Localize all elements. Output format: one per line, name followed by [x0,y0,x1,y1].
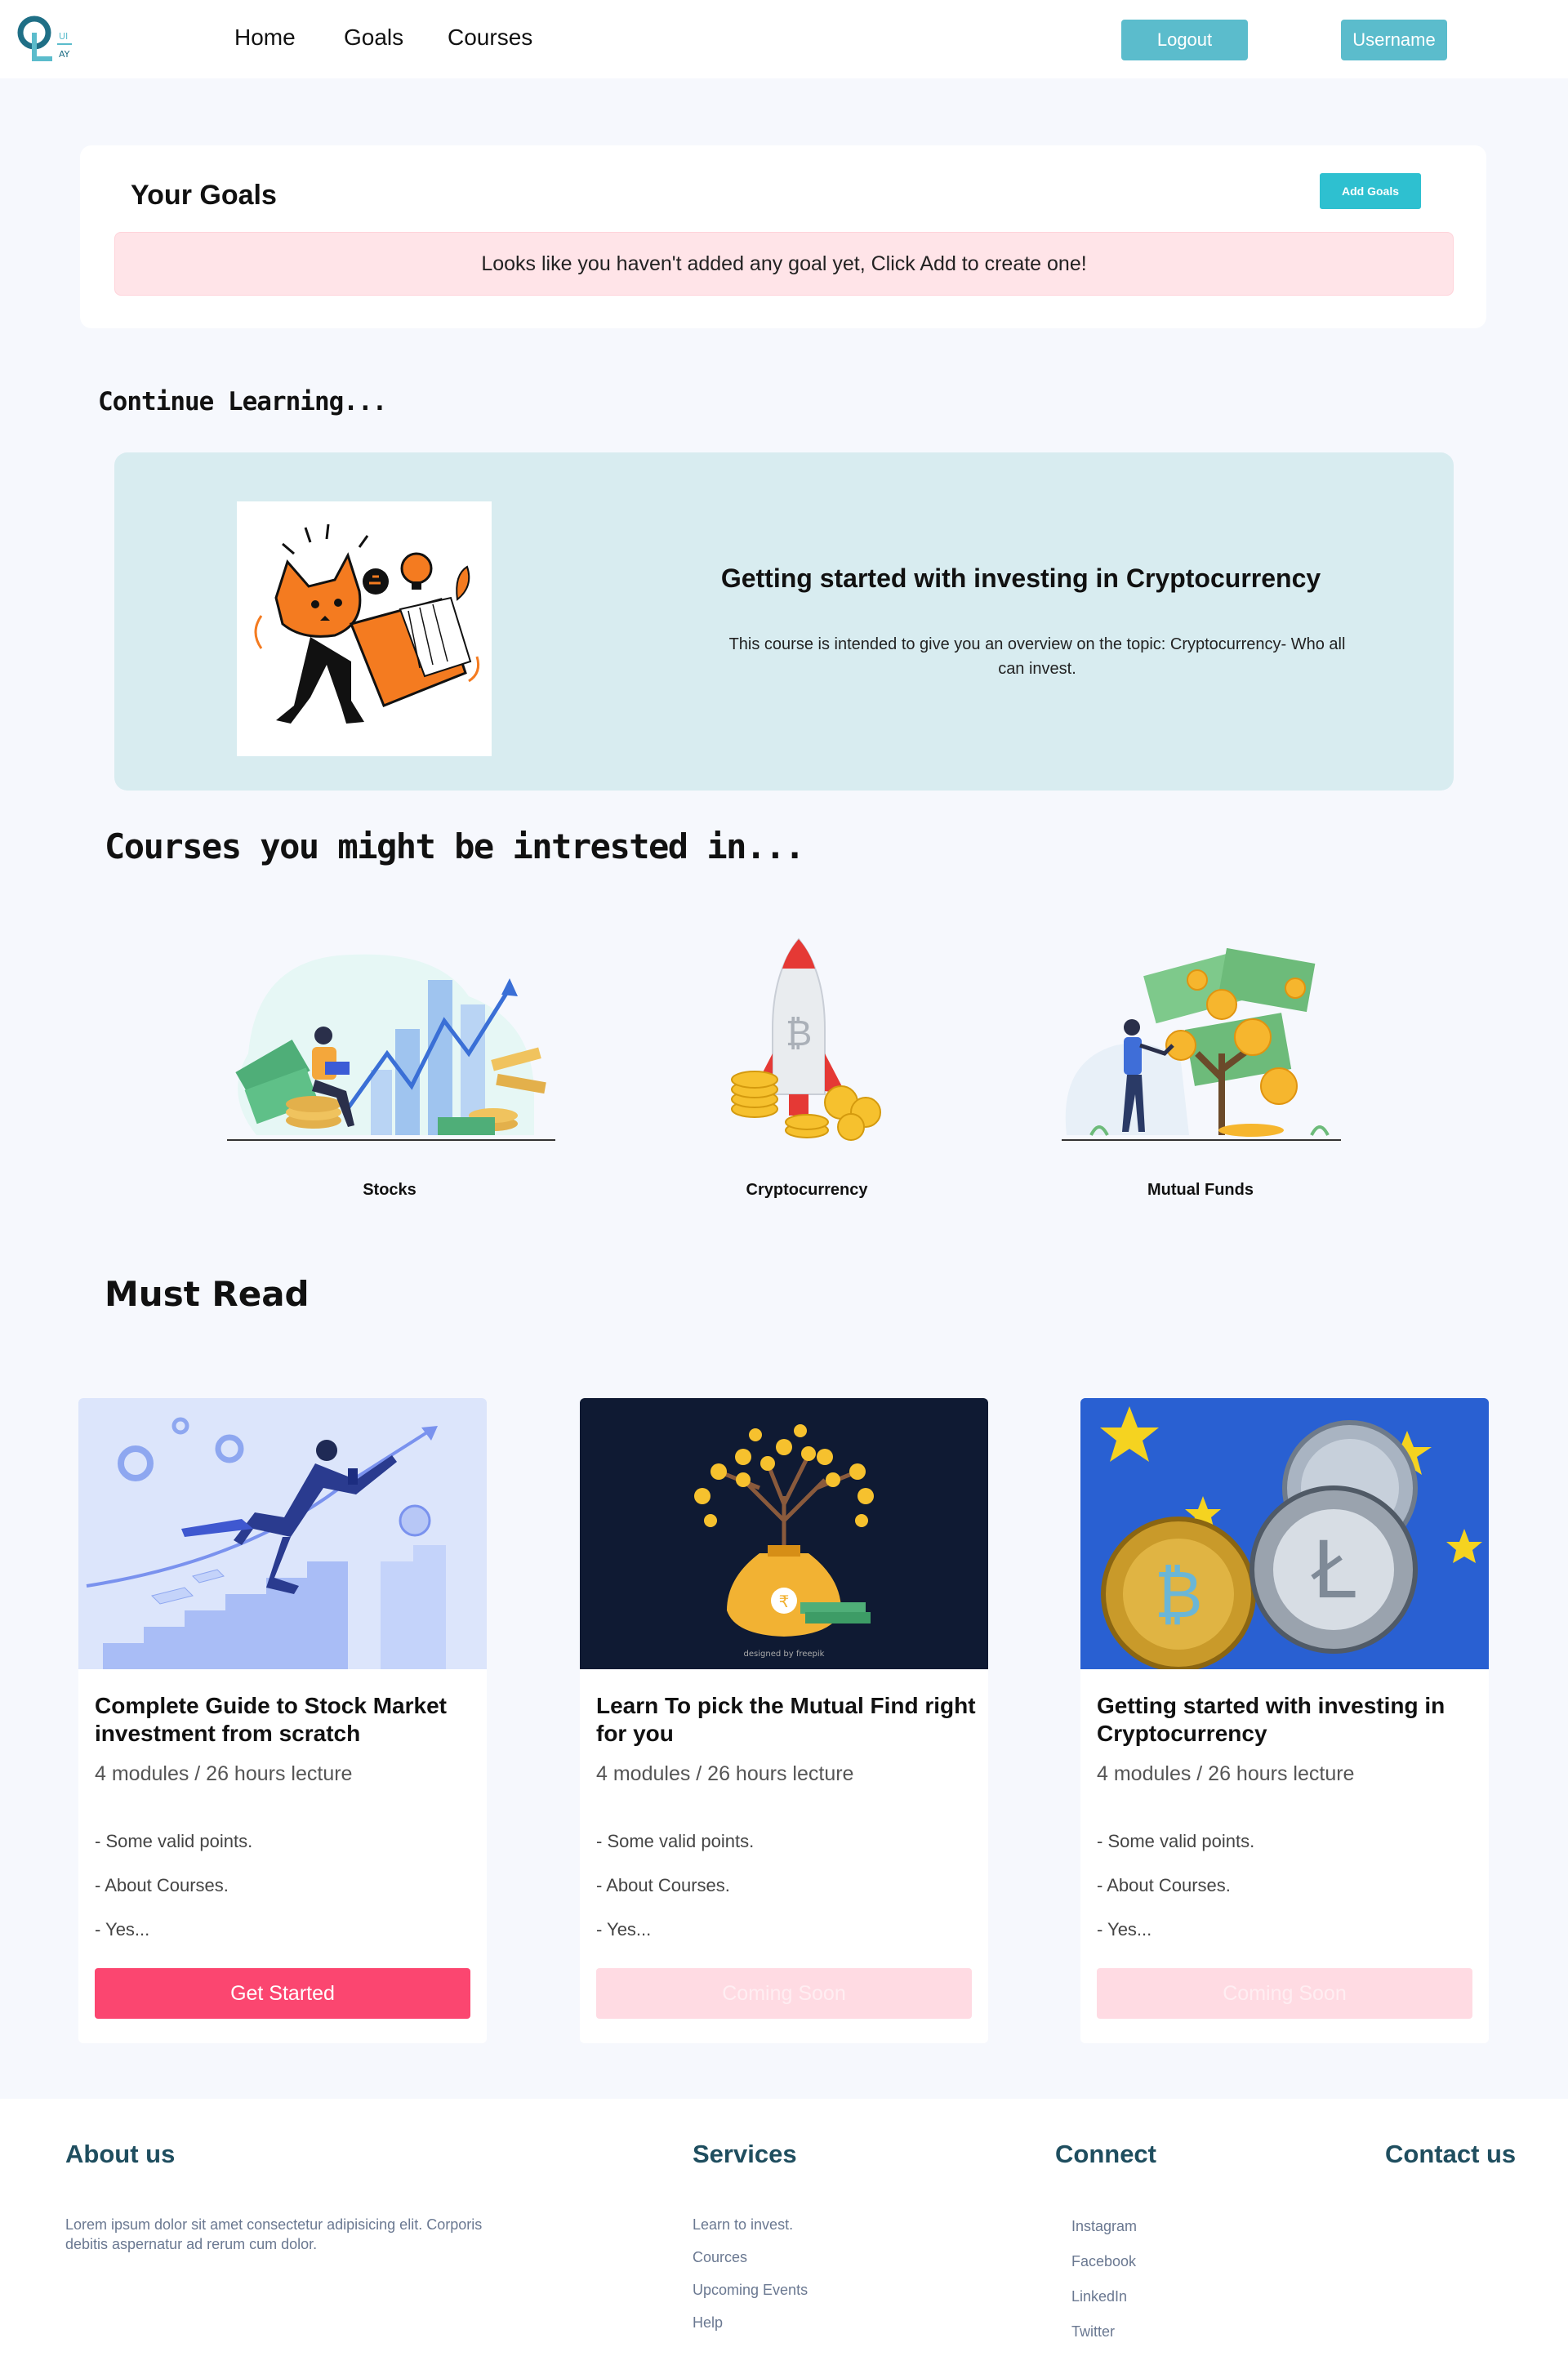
topic-label-stocks[interactable]: Stocks [267,1181,512,1200]
svg-text:AY: AY [59,49,70,60]
course-card-point: - Some valid points. [1097,1831,1255,1851]
continue-course-image [237,501,492,756]
goals-empty-alert: Looks like you haven't added any goal ye… [114,232,1454,296]
svg-text:₿: ₿ [786,1013,813,1054]
svg-text:UI: UI [59,31,68,42]
nav-goals-link[interactable]: Goals [344,24,403,51]
course-card-point: - Yes... [95,1919,150,1940]
topic-label-cryptocurrency[interactable]: Cryptocurrency [684,1181,929,1200]
footer-link-linkedin[interactable]: LinkedIn [1071,2288,1127,2305]
continue-course-description: This course is intended to give you an o… [728,635,1346,678]
footer-link-cources[interactable]: Cources [693,2249,747,2266]
svg-text:₹: ₹ [779,1592,790,1611]
course-card-title[interactable]: Getting started with investing in Crypto… [1097,1692,1481,1748]
course-card-cryptocurrency[interactable]: ₿ Ł Getting started with investing in Cr… [1080,1398,1489,2043]
course-card-point: - Some valid points. [596,1831,755,1851]
svg-text:designed by freepik: designed by freepik [744,1650,825,1659]
stock-market-card-image [78,1398,487,1669]
footer: About us Lorem ipsum dolor sit amet cons… [0,2099,1568,2374]
footer-link-facebook[interactable]: Facebook [1071,2253,1136,2270]
stocks-illustration [227,954,555,1141]
course-card-stock-market[interactable]: Complete Guide to Stock Market investmen… [78,1398,487,2043]
course-card-title[interactable]: Learn To pick the Mutual Find right for … [596,1692,980,1748]
navbar: UI AY Home Goals Courses Logout Username [0,0,1568,78]
nav-home-link[interactable]: Home [234,24,296,51]
nav-courses-link[interactable]: Courses [448,24,532,51]
continue-course-title[interactable]: Getting started with investing in Crypto… [678,563,1364,594]
coming-soon-button[interactable]: Coming Soon [1097,1968,1472,2019]
mutual-fund-card-image: ₹ designed by freepik [580,1398,988,1669]
interested-heading: Courses you might be intrested in... [105,826,805,866]
crypto-rocket-illustration: ₿ [731,938,881,1141]
username-button[interactable]: Username [1341,20,1447,60]
svg-text:Ł: Ł [1311,1525,1356,1616]
course-card-meta: 4 modules / 26 hours lecture [1097,1762,1355,1785]
course-card-meta: 4 modules / 26 hours lecture [95,1762,353,1785]
must-read-heading: Must Read [105,1274,310,1314]
goals-title: Your Goals [131,180,277,211]
footer-contact-heading[interactable]: Contact us [1385,2140,1516,2169]
continue-course-card[interactable]: Getting started with investing in Crypto… [114,452,1454,791]
mutual-funds-illustration [1062,947,1341,1141]
footer-link-twitter[interactable]: Twitter [1071,2323,1115,2341]
course-card-point: - Yes... [596,1919,652,1940]
footer-link-instagram[interactable]: Instagram [1071,2218,1137,2235]
logout-button[interactable]: Logout [1121,20,1248,60]
footer-link-learn-to-invest[interactable]: Learn to invest. [693,2216,793,2234]
footer-connect-heading: Connect [1055,2140,1156,2168]
course-card-meta: 4 modules / 26 hours lecture [596,1762,854,1785]
continue-learning-heading: Continue Learning... [98,387,387,416]
svg-text:₿: ₿ [1154,1557,1202,1632]
brand-logo[interactable]: UI AY [16,11,75,64]
goals-empty-message: Looks like you haven't added any goal ye… [481,252,1087,275]
add-goals-button[interactable]: Add Goals [1320,173,1421,209]
course-card-point: - Yes... [1097,1919,1152,1940]
course-card-mutual-fund[interactable]: ₹ designed by freepik Learn To pick the … [580,1398,988,2043]
coming-soon-button[interactable]: Coming Soon [596,1968,972,2019]
footer-link-help[interactable]: Help [693,2314,723,2332]
footer-services-heading: Services [693,2140,797,2168]
course-card-point: - Some valid points. [95,1831,253,1851]
footer-about-heading: About us [65,2140,176,2168]
cryptocurrency-card-image: ₿ Ł [1080,1398,1489,1669]
course-card-point: - About Courses. [1097,1875,1231,1895]
topic-label-mutual-funds[interactable]: Mutual Funds [1078,1181,1323,1200]
goals-card: Your Goals Add Goals Looks like you have… [80,145,1486,328]
get-started-button[interactable]: Get Started [95,1968,470,2019]
footer-about-text: Lorem ipsum dolor sit amet consectetur a… [65,2216,483,2252]
course-card-point: - About Courses. [596,1875,730,1895]
footer-link-upcoming-events[interactable]: Upcoming Events [693,2282,808,2299]
course-card-title[interactable]: Complete Guide to Stock Market investmen… [95,1692,479,1748]
course-card-point: - About Courses. [95,1875,229,1895]
